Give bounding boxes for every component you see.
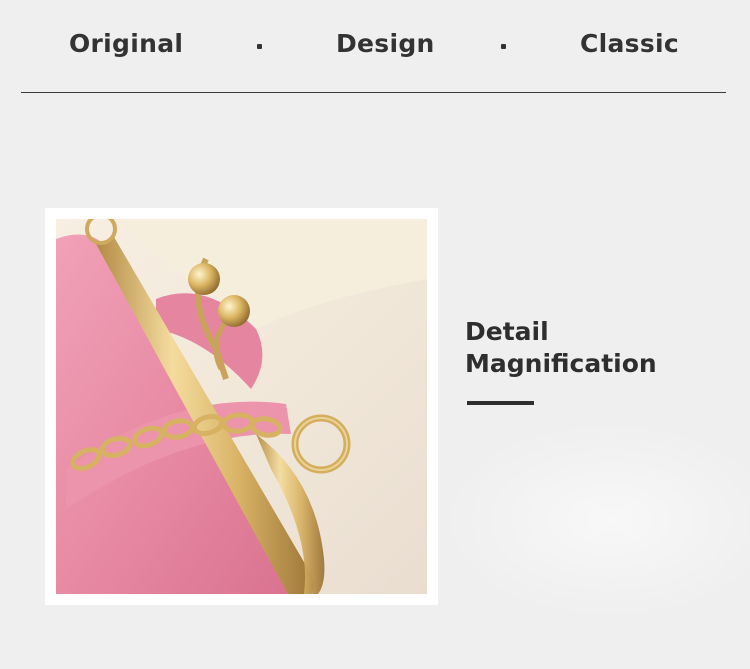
detail-line-1: Detail (465, 317, 549, 346)
product-photo (56, 219, 427, 594)
product-photo-frame (45, 208, 438, 605)
header-word-classic: Classic (580, 29, 680, 58)
background-glow (440, 420, 750, 620)
detail-line-2: Magnification (465, 349, 657, 378)
header-separator-dot (257, 44, 262, 49)
handbag-clasp-illustration (56, 219, 427, 594)
header-separator-dot (501, 44, 506, 49)
heading-underline (467, 401, 534, 405)
header-banner: Original Design Classic (0, 0, 750, 95)
header-word-design: Design (336, 29, 435, 58)
detail-heading: Detail Magnification (465, 316, 657, 380)
header-word-original: Original (69, 29, 184, 58)
header-divider (21, 92, 726, 93)
